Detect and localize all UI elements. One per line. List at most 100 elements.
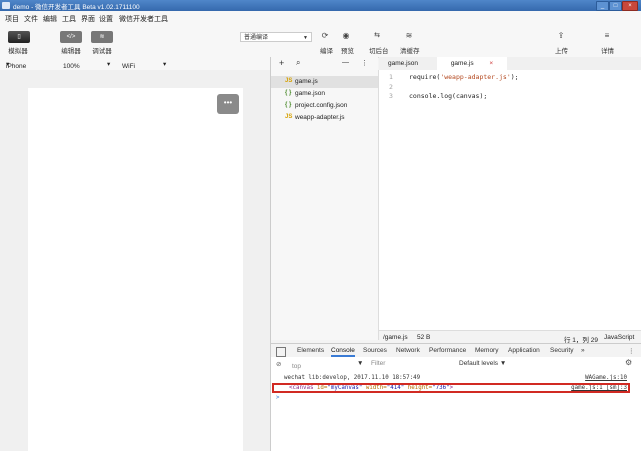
tab-game-json[interactable]: game.json	[379, 57, 427, 70]
eye-icon[interactable]: ◉	[338, 31, 354, 40]
tab-label: game.json	[388, 60, 418, 67]
refresh-icon[interactable]: ⟳	[317, 31, 333, 40]
more-icon[interactable]: ⋮	[361, 59, 368, 67]
close-button[interactable]: ×	[622, 1, 638, 11]
tab-performance[interactable]: Performance	[429, 347, 466, 354]
code-line: console.log(canvas);	[409, 92, 488, 100]
upload-icon[interactable]: ⇪	[553, 31, 569, 40]
title-bar: demo - 微信开发者工具 Beta v1.02.1711100 _ □ ×	[0, 0, 641, 11]
menu-project[interactable]: 项目	[5, 14, 19, 24]
close-icon[interactable]: ×	[489, 60, 493, 67]
tab-sources[interactable]: Sources	[363, 347, 387, 354]
switch-icon[interactable]: ⇆	[369, 31, 385, 39]
tab-memory[interactable]: Memory	[475, 347, 498, 354]
clear-console-icon[interactable]: ⊘	[276, 360, 281, 368]
chevron-down-icon[interactable]: ▾	[163, 60, 166, 68]
simulator-toggle[interactable]: ▯	[8, 31, 30, 43]
editor-label: 编辑器	[61, 48, 81, 55]
file-item-weapp-adapter[interactable]: JS weapp-adapter.js	[271, 112, 378, 124]
search-icon[interactable]: ⌕	[296, 58, 300, 68]
line-number: 3	[389, 92, 393, 100]
phone-icon: ▯	[17, 34, 21, 40]
debugger-toggle[interactable]: ≋	[91, 31, 113, 43]
menu-edit[interactable]: 编辑	[43, 14, 57, 24]
console-filter-bar: ⊘ top ▼ Filter Default levels ▼ ⚙	[271, 357, 641, 371]
line-number: 1	[389, 73, 393, 81]
js-file-icon: JS	[285, 78, 293, 84]
status-language[interactable]: JavaScript	[604, 334, 634, 341]
tab-more[interactable]: »	[581, 347, 585, 354]
code-line: require('weapp-adapter.js');	[409, 73, 519, 81]
window-title: demo - 微信开发者工具 Beta v1.02.1711100	[13, 4, 140, 11]
switch-backend-button[interactable]: 切后台	[369, 45, 389, 55]
upload-button[interactable]: 上传	[555, 45, 568, 55]
status-size: 52 B	[417, 334, 431, 341]
menu-file[interactable]: 文件	[24, 14, 38, 24]
console-prompt[interactable]: >	[276, 395, 280, 401]
debug-icon: ≋	[99, 34, 105, 40]
file-item-game-js[interactable]: JS game.js	[271, 76, 378, 88]
gear-icon[interactable]: ⚙	[625, 358, 632, 367]
tab-elements[interactable]: Elements	[297, 347, 324, 354]
device-bar: iPhone 7 Plus ▾ 100% ▾ WiFi ▾	[0, 57, 271, 77]
toolbar: ▯ 模拟器 </> 编辑器 ≋ 调试器 普通编译 ▼ ⟳ 编译 ◉ 预览 ⇆ 切…	[0, 25, 641, 58]
simulator-label: 模拟器	[8, 48, 28, 55]
add-icon[interactable]: +	[279, 58, 284, 68]
editor-tabs: game.json game.js ×	[379, 57, 641, 71]
line-number: 2	[389, 83, 393, 91]
json-file-icon: { }	[285, 90, 292, 96]
details-button[interactable]: 详情	[601, 45, 614, 55]
app-icon	[2, 2, 10, 9]
code-token: require(	[409, 73, 441, 81]
inspect-icon[interactable]	[276, 347, 286, 357]
compile-mode-value: 普通编译	[244, 35, 269, 41]
maximize-button[interactable]: □	[609, 1, 622, 11]
tab-game-js[interactable]: game.js ×	[437, 57, 507, 70]
highlight-box	[272, 383, 630, 393]
editor-status-bar: /game.js 52 B 行 1，列 29 JavaScript	[379, 330, 641, 344]
js-file-icon: JS	[285, 114, 293, 120]
file-name: game.json	[295, 90, 325, 97]
tab-network[interactable]: Network	[396, 347, 420, 354]
simulator-screen[interactable]	[28, 88, 243, 451]
menu-settings[interactable]: 设置	[99, 14, 113, 24]
menu-bar: 项目 文件 编辑 工具 界面 设置 微信开发者工具	[0, 11, 641, 25]
editor-toggle[interactable]: </>	[60, 31, 82, 43]
menu-wechat-devtools[interactable]: 微信开发者工具	[119, 14, 168, 24]
code-icon: </>	[66, 34, 76, 40]
chevron-down-icon[interactable]: ▼	[357, 360, 363, 367]
code-string: 'weapp-adapter.js'	[440, 73, 511, 81]
capsule-menu-icon[interactable]: •••	[217, 94, 239, 114]
console-message: wechat lib:develop, 2017.11.10 18:57:49	[284, 375, 421, 381]
menu-lines-icon[interactable]: ≡	[599, 31, 615, 40]
compile-mode-select[interactable]: 普通编译 ▼	[240, 32, 312, 42]
file-tree: JS game.js { } game.json { } project.con…	[271, 70, 379, 340]
minimize-button[interactable]: _	[596, 1, 609, 11]
collapse-icon[interactable]: —	[342, 59, 349, 66]
console-source-link[interactable]: WAGame.js:10	[585, 375, 627, 381]
tab-security[interactable]: Security	[550, 347, 573, 354]
kebab-menu-icon[interactable]: ⋮	[628, 347, 635, 355]
file-name: game.js	[295, 78, 318, 85]
clear-cache-button[interactable]: 清缓存	[400, 45, 420, 55]
menu-view[interactable]: 界面	[81, 14, 95, 24]
chevron-down-icon[interactable]: ▾	[107, 60, 110, 68]
context-value: top	[292, 363, 302, 370]
tab-console[interactable]: Console	[331, 347, 355, 357]
code-editor[interactable]: 1 require('weapp-adapter.js'); 2 3 conso…	[379, 70, 641, 330]
device-select[interactable]: iPhone 7 Plus ▾	[6, 60, 26, 77]
file-name: weapp-adapter.js	[295, 114, 345, 121]
compile-button[interactable]: 编译	[320, 45, 333, 55]
layers-icon[interactable]: ≋	[401, 31, 417, 40]
tab-application[interactable]: Application	[508, 347, 540, 354]
file-item-game-json[interactable]: { } game.json	[271, 88, 378, 100]
file-item-project-config[interactable]: { } project.config.json	[271, 100, 378, 112]
log-levels-select[interactable]: Default levels ▼	[459, 360, 506, 367]
menu-tools[interactable]: 工具	[62, 14, 76, 24]
json-file-icon: { }	[285, 102, 292, 108]
zoom-value: 100%	[63, 63, 80, 70]
filetree-toolbar: + ⌕ — ⋮	[271, 57, 378, 71]
filter-input[interactable]: Filter	[371, 360, 385, 367]
status-path: /game.js	[383, 334, 408, 341]
preview-button[interactable]: 预览	[341, 45, 354, 55]
